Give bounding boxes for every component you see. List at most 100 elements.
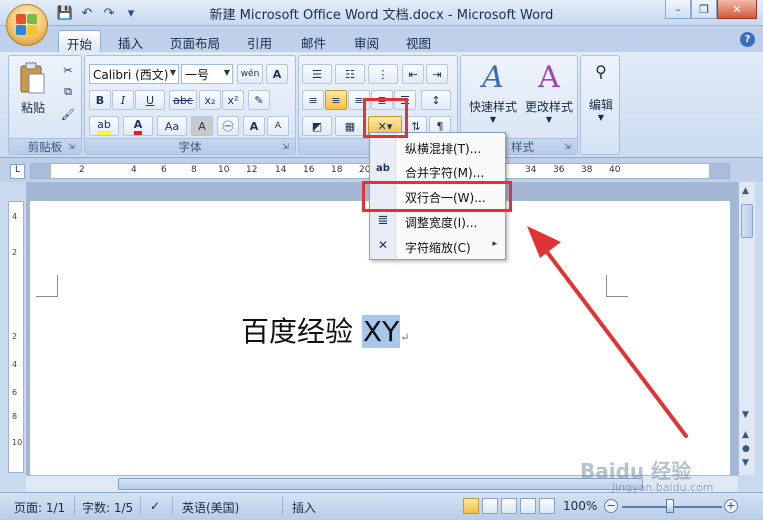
zoom-in-button[interactable]: + [724, 499, 738, 513]
combine-characters-icon: ab [376, 163, 390, 174]
scroll-up-icon[interactable]: ▲ [742, 186, 749, 196]
ruler-number: 2 [12, 248, 18, 257]
paste-icon [20, 62, 45, 94]
highlight-color-button[interactable]: ab [89, 116, 119, 136]
office-button[interactable] [6, 4, 48, 46]
menu-item-adjust-width[interactable]: ≣ 调整宽度(I)... [370, 209, 505, 233]
ruler-number: 14 [275, 165, 287, 175]
shading-icon[interactable]: ◩ [302, 116, 332, 136]
editing-arrow-icon: ▼ [597, 113, 605, 122]
font-launcher-icon[interactable]: ⇲ [282, 142, 292, 152]
paragraph-mark: ↵ [400, 331, 410, 344]
outline-view-icon[interactable] [520, 498, 536, 514]
ruler-number: 18 [331, 165, 343, 175]
browse-object-icon[interactable]: ● [742, 444, 750, 454]
status-separator [140, 497, 141, 515]
ruler-number: 16 [303, 165, 315, 175]
borders-icon[interactable]: ▦ [335, 116, 365, 136]
styles-launcher-icon[interactable]: ⇲ [564, 142, 574, 152]
menu-item-label: 字符缩放(C) [405, 241, 471, 255]
next-page-icon[interactable]: ▼ [742, 458, 749, 468]
tab-references[interactable]: 引用 [239, 30, 280, 52]
full-screen-reading-icon[interactable] [482, 498, 498, 514]
line-spacing-icon[interactable]: ↕ [421, 90, 451, 110]
tab-mailings[interactable]: 邮件 [293, 30, 334, 52]
zoom-slider-knob[interactable] [666, 499, 674, 513]
editing-button[interactable]: ⚲ 编辑 ▼ [583, 62, 619, 122]
copy-icon[interactable]: ⧉ [57, 82, 79, 102]
bullets-icon[interactable]: ☰ [302, 64, 332, 84]
editing-label: 编辑 [588, 98, 613, 112]
restore-button[interactable]: ❐ [691, 0, 717, 19]
print-layout-view-icon[interactable] [463, 498, 479, 514]
underline-button[interactable]: U [135, 90, 165, 110]
change-styles-button[interactable]: A 更改样式 ▼ [521, 60, 577, 124]
bold-button[interactable]: B [89, 90, 111, 110]
change-case-button[interactable]: Aa [157, 116, 187, 136]
insert-mode[interactable]: 插入 [292, 499, 316, 516]
scroll-down-icon[interactable]: ▼ [742, 410, 749, 420]
minimize-button[interactable]: – [665, 0, 691, 19]
document-text[interactable]: 百度经验 XY↵ [241, 310, 409, 350]
shrink-font-button[interactable]: A [267, 116, 289, 136]
tab-review[interactable]: 审阅 [346, 30, 387, 52]
language-indicator[interactable]: 英语(美国) [182, 499, 239, 516]
subscript-button[interactable]: x₂ [199, 90, 221, 110]
increase-indent-icon[interactable]: ⇥ [426, 64, 448, 84]
close-button[interactable]: ✕ [717, 0, 757, 19]
menu-item-vertical-horizontal[interactable]: 纵横混排(T)... [370, 135, 505, 159]
character-shading-icon[interactable]: A [191, 116, 213, 136]
help-icon[interactable]: ? [740, 32, 755, 47]
numbering-icon[interactable]: ☷ [335, 64, 365, 84]
menu-item-combine-characters[interactable]: ab 合并字符(M)... [370, 159, 505, 183]
align-left-icon[interactable]: ≡ [302, 90, 324, 110]
phonetic-guide-button[interactable]: wén [237, 64, 263, 84]
draft-view-icon[interactable] [539, 498, 555, 514]
format-painter-icon[interactable]: 🖌 [57, 104, 79, 124]
zoom-level[interactable]: 100% [563, 499, 597, 513]
annotation-box-two-lines [362, 181, 512, 212]
font-size-combo[interactable]: 一号 ▼ [181, 64, 233, 84]
strikethrough-button[interactable]: abc [169, 90, 197, 110]
ruler-right-margin [709, 164, 729, 178]
multilevel-list-icon[interactable]: ⋮ [368, 64, 398, 84]
superscript-button[interactable]: x² [222, 90, 244, 110]
tab-selector[interactable]: L [10, 164, 25, 179]
italic-button[interactable]: I [112, 90, 134, 110]
vertical-scrollbar[interactable]: ▲ ▼ ▲ ● ▼ [738, 182, 755, 475]
web-layout-icon[interactable] [501, 498, 517, 514]
margin-corner [606, 275, 628, 297]
menu-item-character-scale[interactable]: ✕ 字符缩放(C) ▸ [370, 234, 505, 258]
editing-group: ⚲ 编辑 ▼ [580, 55, 620, 155]
tab-insert[interactable]: 插入 [110, 30, 151, 52]
decrease-indent-icon[interactable]: ⇤ [402, 64, 424, 84]
enclose-characters-icon[interactable]: ㊀ [217, 116, 239, 136]
horizontal-scroll-thumb[interactable] [118, 478, 643, 490]
proofing-icon[interactable]: ✓ [150, 499, 160, 513]
vertical-ruler[interactable]: 4 2 2 4 6 8 10 [8, 201, 24, 473]
tab-page-layout[interactable]: 页面布局 [162, 30, 228, 52]
window-controls: – ❐ ✕ [665, 0, 757, 19]
vertical-scroll-thumb[interactable] [741, 204, 753, 238]
page-count[interactable]: 页面: 1/1 [14, 499, 65, 516]
clipboard-launcher-icon[interactable]: ⇲ [68, 142, 78, 152]
font-name-combo[interactable]: Calibri (西文) ▼ [89, 64, 179, 84]
clear-formatting-icon[interactable]: ✎ [248, 90, 270, 110]
cut-icon[interactable]: ✂ [57, 60, 79, 80]
annotation-box-asian-layout [363, 98, 408, 138]
tab-view[interactable]: 视图 [398, 30, 439, 52]
ruler-number: 6 [161, 165, 167, 175]
grow-font-button[interactable]: A [243, 116, 265, 136]
font-color-button[interactable]: A [123, 116, 153, 136]
zoom-out-button[interactable]: − [604, 499, 618, 513]
word-count[interactable]: 字数: 1/5 [82, 499, 133, 516]
paste-button[interactable]: 粘贴 [15, 62, 51, 116]
previous-page-icon[interactable]: ▲ [742, 430, 749, 440]
ruler-number: 8 [12, 412, 18, 421]
quick-styles-button[interactable]: A 快速样式 ▼ [465, 60, 521, 124]
character-border-button[interactable]: A [266, 64, 288, 84]
tab-home[interactable]: 开始 [58, 30, 102, 52]
window-title: 新建 Microsoft Office Word 文档.docx - Micro… [209, 8, 554, 23]
align-center-icon[interactable]: ≡ [325, 90, 347, 110]
menu-item-label: 纵横混排(T)... [405, 142, 482, 156]
